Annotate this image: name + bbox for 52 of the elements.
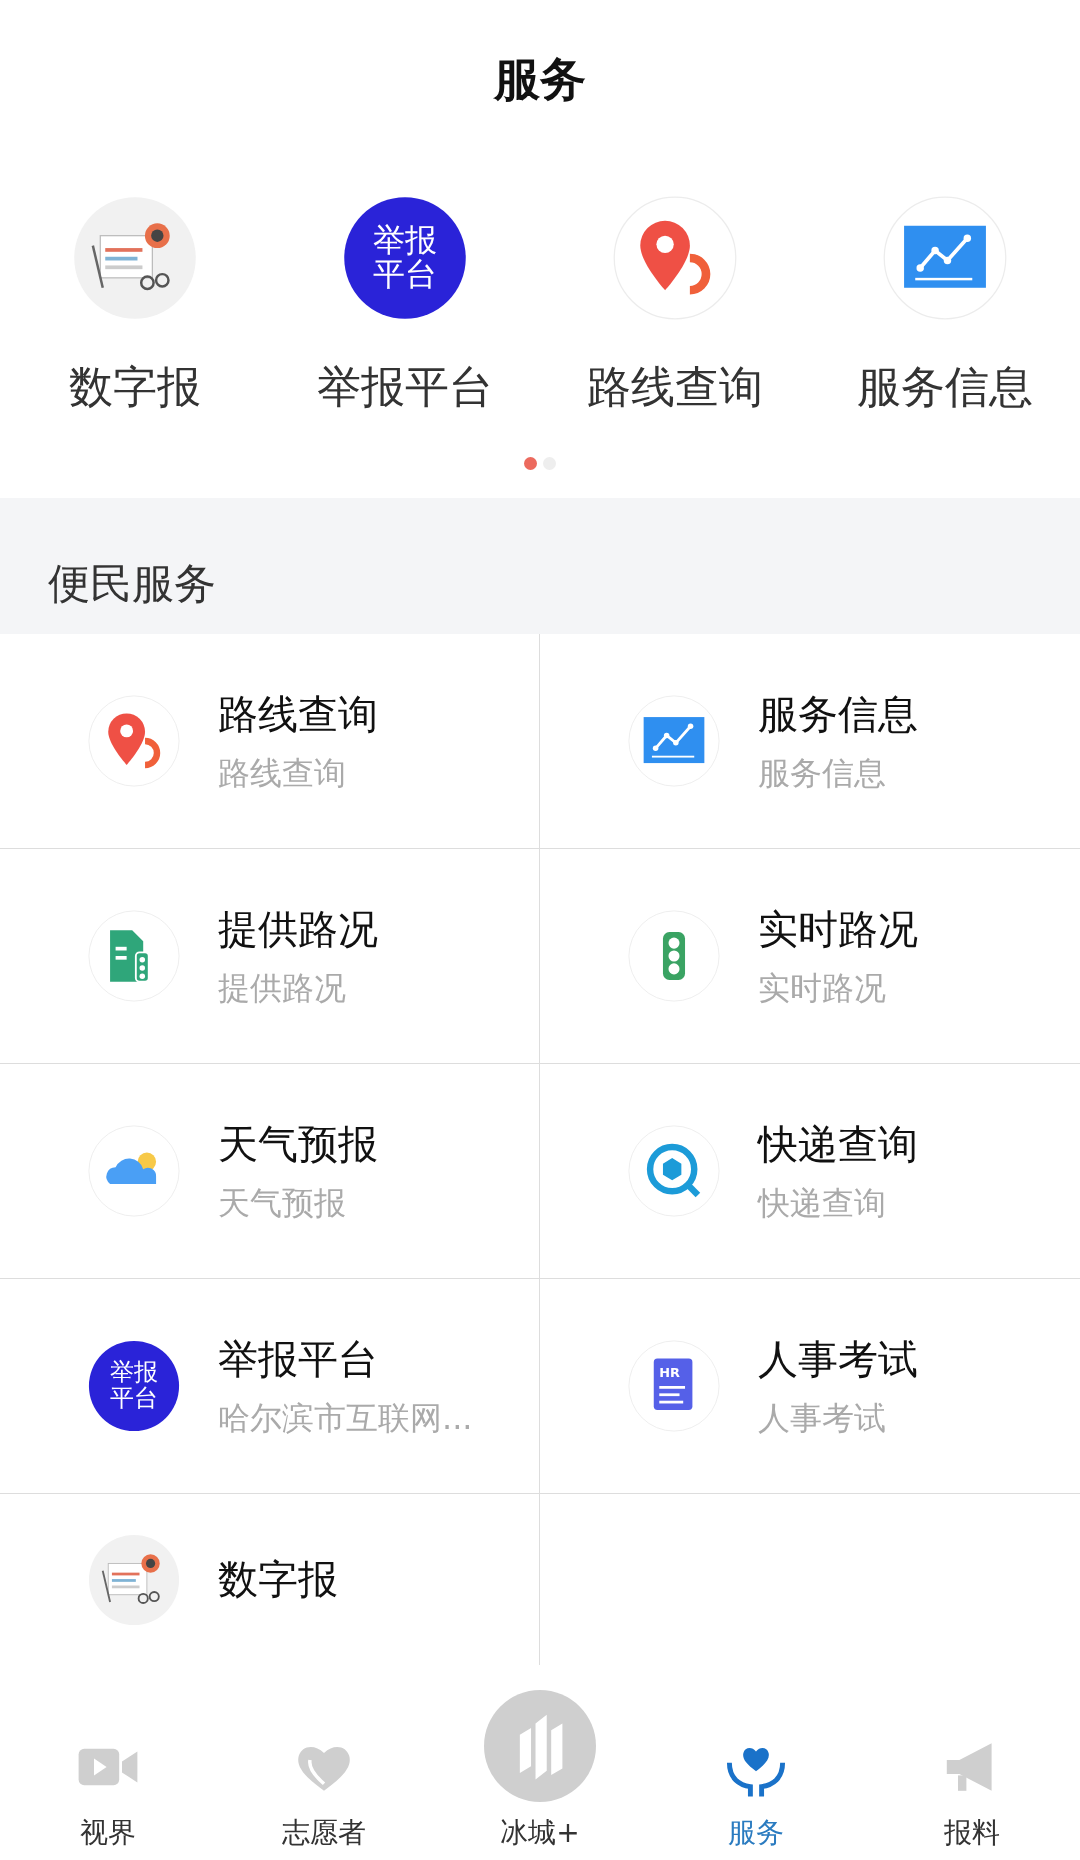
service-tile[interactable]: 提供路况 提供路况 bbox=[0, 849, 540, 1064]
service-subtitle: 快递查询 bbox=[758, 1182, 887, 1224]
service-subtitle: 天气预报 bbox=[218, 1182, 347, 1224]
service-title: 路线查询 bbox=[218, 689, 378, 739]
report-logo-icon: 举报 平台 bbox=[343, 196, 467, 320]
newspaper-icon bbox=[73, 196, 197, 320]
city-logo-icon[interactable] bbox=[484, 1690, 596, 1802]
map-pin-icon bbox=[88, 695, 180, 787]
service-title: 举报平台 bbox=[218, 1334, 379, 1384]
nav-tab[interactable]: 服务 bbox=[648, 1665, 864, 1860]
service-subtitle: 路线查询 bbox=[218, 752, 347, 794]
service-subtitle: 服务信息 bbox=[758, 752, 887, 794]
service-title: 数字报 bbox=[218, 1555, 338, 1604]
service-title: 实时路况 bbox=[758, 904, 918, 954]
document-icon bbox=[88, 910, 180, 1002]
service-tile[interactable]: 服务信息 服务信息 bbox=[540, 634, 1080, 849]
service-tile[interactable]: 天气预报 天气预报 bbox=[0, 1064, 540, 1279]
map-pin-icon bbox=[613, 196, 737, 320]
line-chart-icon bbox=[628, 695, 720, 787]
page-dot[interactable] bbox=[524, 457, 537, 470]
service-tile[interactable]: 快递查询 快递查询 bbox=[540, 1064, 1080, 1279]
nav-tab[interactable]: 冰城+ bbox=[432, 1665, 648, 1860]
service-title: 天气预报 bbox=[218, 1119, 378, 1169]
line-chart-icon bbox=[883, 196, 1007, 320]
service-title: 提供路况 bbox=[218, 904, 378, 954]
service-title: 服务信息 bbox=[758, 689, 918, 739]
service-tile[interactable]: 实时路况 实时路况 bbox=[540, 849, 1080, 1064]
cloud-sun-icon bbox=[88, 1125, 180, 1217]
service-title: 快递查询 bbox=[758, 1119, 918, 1169]
service-subtitle: 实时路况 bbox=[758, 967, 887, 1009]
shortcut-label[interactable]: 数字报 bbox=[69, 358, 201, 417]
page-title: 服务 bbox=[494, 51, 586, 108]
nav-tab[interactable]: 志愿者 bbox=[216, 1665, 432, 1860]
service-tile[interactable]: HR 人事考试 人事考试 bbox=[540, 1279, 1080, 1494]
shortcut-label[interactable]: 举报平台 bbox=[317, 358, 493, 417]
newspaper-icon bbox=[88, 1533, 180, 1626]
service-subtitle: 哈尔滨市互联网... bbox=[218, 1397, 473, 1439]
parcel-search-icon bbox=[628, 1125, 720, 1217]
service-subtitle: 提供路况 bbox=[218, 967, 347, 1009]
service-tile[interactable]: 举报 平台 举报平台 哈尔滨市互联网... bbox=[0, 1279, 540, 1494]
service-title: 人事考试 bbox=[758, 1334, 918, 1384]
traffic-light-icon bbox=[628, 910, 720, 1002]
shortcut-label[interactable]: 服务信息 bbox=[857, 358, 1033, 417]
nav-tab[interactable]: 报料 bbox=[864, 1665, 1080, 1860]
service-subtitle: 人事考试 bbox=[758, 1397, 887, 1439]
nav-tab[interactable]: 视界 bbox=[0, 1665, 216, 1860]
report-logo-icon: 举报 平台 bbox=[88, 1340, 180, 1432]
section-title: 便民服务 bbox=[48, 558, 216, 610]
service-tile[interactable]: 数字报 bbox=[0, 1494, 540, 1665]
hr-document-icon: HR bbox=[628, 1340, 720, 1432]
service-tile[interactable]: 路线查询 路线查询 bbox=[0, 634, 540, 849]
shortcut-label[interactable]: 路线查询 bbox=[587, 358, 763, 417]
